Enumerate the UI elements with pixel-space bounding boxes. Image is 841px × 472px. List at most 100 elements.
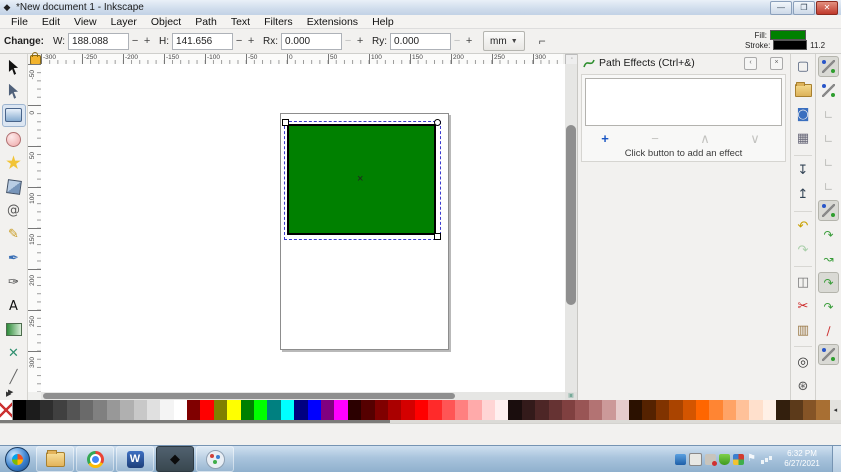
palette-swatch[interactable] <box>615 400 629 420</box>
palette-swatch[interactable] <box>481 400 496 420</box>
undo-button[interactable]: ↶ <box>793 217 813 237</box>
snap-bbox-edge-midpoints[interactable]: ∟ <box>818 152 839 173</box>
pencil-tool[interactable]: ✎ <box>2 223 26 246</box>
palette-swatch[interactable] <box>789 400 804 420</box>
horizontal-scrollbar[interactable] <box>41 392 565 400</box>
palette-swatch[interactable] <box>535 400 549 420</box>
snap-bounding-box[interactable] <box>818 80 839 101</box>
tray-network-icon[interactable] <box>761 454 772 465</box>
panel-collapse-button[interactable]: ‹ <box>744 57 757 70</box>
ry-field-decrease-button[interactable]: − <box>451 35 463 47</box>
star-tool[interactable] <box>2 151 26 174</box>
horizontal-scrollbar-thumb[interactable] <box>43 393 455 399</box>
width-field-increase-button[interactable]: + <box>141 35 153 47</box>
tray-volume-icon[interactable] <box>705 453 717 466</box>
tray-flag-icon[interactable] <box>747 453 758 465</box>
palette-swatch[interactable] <box>106 400 121 420</box>
taskbar-paint-button[interactable] <box>196 446 234 472</box>
tweak-tool[interactable]: ✕ <box>2 342 26 365</box>
tray-app-icon[interactable] <box>675 453 686 465</box>
palette-swatch[interactable] <box>736 400 750 420</box>
palette-swatch[interactable] <box>227 400 241 420</box>
palette-swatch[interactable] <box>133 400 147 420</box>
palette-swatch[interactable] <box>495 400 509 420</box>
palette-swatch[interactable] <box>334 400 348 420</box>
palette-swatch[interactable] <box>320 400 335 420</box>
title-bar[interactable]: ◆ *New document 1 - Inkscape — ❐ ✕ <box>0 0 841 16</box>
snap-cusp-nodes[interactable]: ↷ <box>818 272 839 293</box>
pen-tool[interactable]: ✑ <box>2 271 26 294</box>
node-tool[interactable] <box>2 80 26 103</box>
palette-swatch[interactable] <box>548 400 563 420</box>
duplicate-button[interactable]: ◫ <box>793 272 813 292</box>
palette-swatch[interactable] <box>602 400 616 420</box>
palette-swatch[interactable] <box>307 400 321 420</box>
ry-field[interactable]: 0.000 <box>390 32 452 50</box>
palette-swatch[interactable] <box>361 400 375 420</box>
snap-others[interactable] <box>818 344 839 365</box>
connector-tool[interactable] <box>2 318 26 341</box>
effect-list[interactable] <box>585 78 782 126</box>
palette-swatch[interactable] <box>200 400 214 420</box>
taskbar-explorer-button[interactable] <box>36 446 74 472</box>
snap-midpoints[interactable]: ∕ <box>818 320 839 341</box>
palette-swatch[interactable] <box>120 400 134 420</box>
rx-field-increase-button[interactable]: + <box>354 35 366 47</box>
palette-swatch[interactable] <box>254 400 268 420</box>
taskbar-chrome-button[interactable] <box>76 446 114 472</box>
close-button[interactable]: ✕ <box>816 1 838 15</box>
palette-swatch[interactable] <box>468 400 482 420</box>
palette-swatch[interactable] <box>13 400 27 420</box>
width-field-decrease-button[interactable]: − <box>129 35 141 47</box>
menu-edit[interactable]: Edit <box>35 16 67 28</box>
cut-button[interactable]: ✂ <box>793 296 813 316</box>
palette-swatch[interactable] <box>776 400 790 420</box>
palette-swatch[interactable] <box>347 400 362 420</box>
import-button[interactable]: ↧ <box>793 161 813 181</box>
palette-swatch[interactable] <box>374 400 388 420</box>
rx-field-decrease-button[interactable]: − <box>342 35 354 47</box>
palette-swatch[interactable] <box>39 400 54 420</box>
palette-swatch[interactable] <box>187 400 201 420</box>
height-field-increase-button[interactable]: + <box>245 35 257 47</box>
palette-swatch[interactable] <box>575 400 589 420</box>
palette-swatch[interactable] <box>414 400 429 420</box>
menu-file[interactable]: File <box>4 16 35 28</box>
palette-swatch[interactable] <box>521 400 536 420</box>
restore-button[interactable]: ❐ <box>793 1 815 15</box>
palette-swatch[interactable] <box>816 400 830 420</box>
ellipse-tool[interactable] <box>2 128 26 151</box>
palette-swatch[interactable] <box>749 400 763 420</box>
palette-scroll-arrow[interactable]: ◂ <box>829 400 841 420</box>
snap-path-intersections[interactable]: ↝ <box>818 248 839 269</box>
minimize-button[interactable]: — <box>770 1 792 15</box>
palette-swatch[interactable] <box>240 400 255 420</box>
snap-bbox-corners[interactable]: ∟ <box>818 128 839 149</box>
palette-swatch[interactable] <box>387 400 402 420</box>
menu-extensions[interactable]: Extensions <box>300 16 365 28</box>
text-tool[interactable]: A <box>2 295 26 318</box>
palette-swatch[interactable] <box>709 400 723 420</box>
remove-effect-button[interactable]: − <box>645 131 665 146</box>
sharp-corners-icon[interactable]: ⌐ <box>539 34 546 48</box>
palette-swatch[interactable] <box>655 400 670 420</box>
height-field[interactable]: 141.656 <box>172 32 234 50</box>
palette-swatch[interactable] <box>762 400 777 420</box>
spiral-tool[interactable]: @ <box>2 199 26 222</box>
palette-swatch[interactable] <box>803 400 817 420</box>
taskbar-clock[interactable]: 6:32 PM 6/27/2021 <box>776 449 828 469</box>
palette-swatch[interactable] <box>588 400 603 420</box>
palette-swatch[interactable] <box>213 400 228 420</box>
menu-text[interactable]: Text <box>224 16 257 28</box>
zoom-drawing-button[interactable]: ◎ <box>793 352 813 372</box>
palette-swatch[interactable] <box>146 400 161 420</box>
redo-button[interactable]: ↷ <box>793 240 813 260</box>
tray-shield-icon[interactable] <box>719 453 730 465</box>
new-document-button[interactable]: ▢ <box>793 57 813 77</box>
palette-swatch[interactable] <box>280 400 295 420</box>
rx-field[interactable]: 0.000 <box>281 32 343 50</box>
palette-swatch[interactable] <box>682 400 696 420</box>
palette-swatch[interactable] <box>66 400 80 420</box>
palette-swatch[interactable] <box>508 400 522 420</box>
menu-filters[interactable]: Filters <box>257 16 300 28</box>
